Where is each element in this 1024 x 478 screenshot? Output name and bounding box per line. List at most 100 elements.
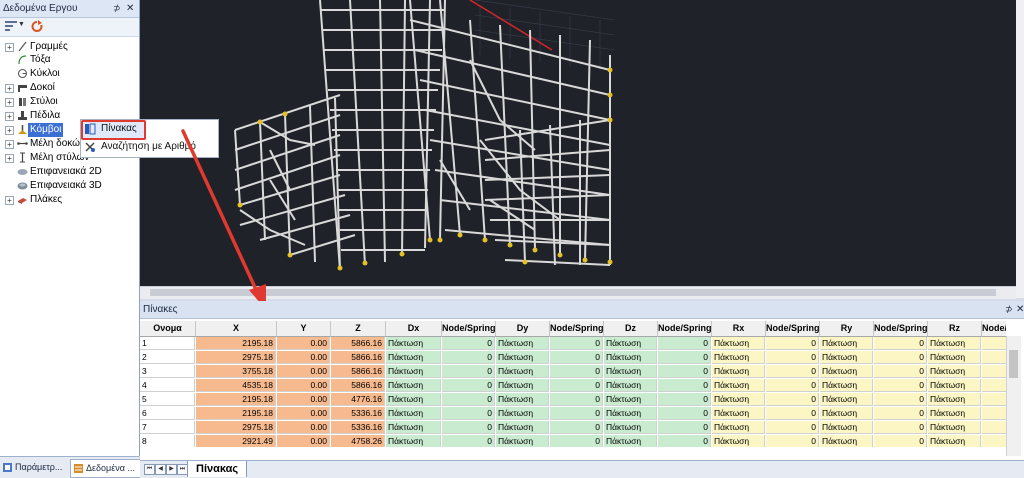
table-cell-x[interactable]: 2975.18 [196,351,276,364]
scrollbar-thumb[interactable] [1009,350,1018,378]
table-cell-node-spring[interactable]: 0 [766,379,819,392]
table-cell-node-spring[interactable]: 0 [658,421,711,434]
table-cell-node-spring[interactable]: 0 [982,351,1006,364]
table-cell-dz[interactable]: Πάκτωση [604,407,657,420]
table-cell-node-spring[interactable]: 0 [658,337,711,350]
table-cell-node-spring[interactable]: 0 [766,351,819,364]
table-cell-node-spring[interactable]: 0 [982,379,1006,392]
table-cell-y[interactable]: 0.00 [277,379,330,392]
table-cell-node-spring[interactable]: 0 [658,379,711,392]
table-cell-node-spring[interactable]: 0 [442,407,495,420]
table-cell-dx[interactable]: Πάκτωση [386,365,441,378]
table-cell-node-spring[interactable]: 0 [874,365,927,378]
table-cell-dz[interactable]: Πάκτωση [604,337,657,350]
column-header-node-spring[interactable]: Node/Spring [874,321,928,337]
column-header-z[interactable]: Z [331,321,386,337]
table-cell-node-spring[interactable]: 0 [550,337,603,350]
table-cell-node-spring[interactable]: 0 [982,393,1006,406]
table-cell-dy[interactable]: Πάκτωση [496,393,549,406]
table-cell-rz[interactable]: Πάκτωση [928,435,981,447]
table-cell-rx[interactable]: Πάκτωση [712,407,765,420]
table-cell-rx[interactable]: Πάκτωση [712,379,765,392]
column-header-ry[interactable]: Ry [820,321,874,337]
table-cell-z[interactable]: 5336.16 [331,407,385,420]
table-vertical-scrollbar[interactable] [1006,336,1021,456]
table-cell-y[interactable]: 0.00 [277,337,330,350]
prev-sheet-button[interactable]: ◀ [155,464,166,475]
table-cell-y[interactable]: 0.00 [277,435,330,447]
table-cell-node-spring[interactable]: 0 [658,351,711,364]
table-cell-node-spring[interactable]: 0 [874,407,927,420]
next-sheet-button[interactable]: ▶ [166,464,177,475]
table-cell-dy[interactable]: Πάκτωση [496,337,549,350]
table-cell-z[interactable]: 4758.26 [331,435,385,447]
table-cell-x[interactable]: 4535.18 [196,379,276,392]
table-cell-dx[interactable]: Πάκτωση [386,421,441,434]
table-cell-x[interactable]: 2195.18 [196,337,276,350]
table-cell-name[interactable]: 8 [140,435,195,447]
table-cell-dz[interactable]: Πάκτωση [604,393,657,406]
table-cell-rx[interactable]: Πάκτωση [712,421,765,434]
table-cell-z[interactable]: 5866.16 [331,365,385,378]
table-cell-node-spring[interactable]: 0 [874,379,927,392]
table-cell-dy[interactable]: Πάκτωση [496,365,549,378]
table-cell-y[interactable]: 0.00 [277,351,330,364]
table-cell-x[interactable]: 2195.18 [196,407,276,420]
table-cell-ry[interactable]: Πάκτωση [820,407,873,420]
table-cell-node-spring[interactable]: 0 [442,421,495,434]
table-cell-node-spring[interactable]: 0 [982,407,1006,420]
table-cell-x[interactable]: 3755.18 [196,365,276,378]
table-cell-name[interactable]: 1 [140,337,195,350]
table-cell-rz[interactable]: Πάκτωση [928,421,981,434]
column-header-name[interactable]: Ονομα [140,321,196,337]
table-cell-rz[interactable]: Πάκτωση [928,365,981,378]
table-cell-node-spring[interactable]: 0 [658,393,711,406]
table-cell-z[interactable]: 4776.16 [331,393,385,406]
table-cell-dy[interactable]: Πάκτωση [496,421,549,434]
table-cell-rz[interactable]: Πάκτωση [928,407,981,420]
column-header-rz[interactable]: Rz [928,321,982,337]
close-icon[interactable]: ✕ [1016,301,1024,318]
table-cell-node-spring[interactable]: 0 [442,337,495,350]
table-cell-ry[interactable]: Πάκτωση [820,421,873,434]
column-header-dz[interactable]: Dz [604,321,658,337]
table-cell-rx[interactable]: Πάκτωση [712,337,765,350]
table-cell-ry[interactable]: Πάκτωση [820,337,873,350]
table-cell-node-spring[interactable]: 0 [982,435,1006,447]
table-cell-rz[interactable]: Πάκτωση [928,351,981,364]
column-header-x[interactable]: X [196,321,277,337]
table-cell-ry[interactable]: Πάκτωση [820,351,873,364]
table-cell-y[interactable]: 0.00 [277,407,330,420]
column-header-y[interactable]: Y [277,321,331,337]
table-cell-node-spring[interactable]: 0 [874,351,927,364]
table-cell-node-spring[interactable]: 0 [766,337,819,350]
table-cell-node-spring[interactable]: 0 [874,421,927,434]
table-cell-dy[interactable]: Πάκτωση [496,351,549,364]
table-cell-ry[interactable]: Πάκτωση [820,379,873,392]
table-cell-ry[interactable]: Πάκτωση [820,435,873,447]
column-header-dy[interactable]: Dy [496,321,550,337]
table-cell-dz[interactable]: Πάκτωση [604,351,657,364]
table-cell-node-spring[interactable]: 0 [874,435,927,447]
column-header-node-spring[interactable]: Node/Spring [658,321,712,337]
table-cell-node-spring[interactable]: 0 [766,421,819,434]
table-cell-dz[interactable]: Πάκτωση [604,435,657,447]
table-cell-z[interactable]: 5866.16 [331,351,385,364]
table-cell-node-spring[interactable]: 0 [550,421,603,434]
table-cell-node-spring[interactable]: 0 [766,393,819,406]
table-cell-dx[interactable]: Πάκτωση [386,393,441,406]
table-cell-dy[interactable]: Πάκτωση [496,407,549,420]
table-cell-dz[interactable]: Πάκτωση [604,421,657,434]
table-cell-node-spring[interactable]: 0 [550,379,603,392]
first-sheet-button[interactable]: ⏮ [144,464,155,475]
table-cell-node-spring[interactable]: 0 [442,435,495,447]
table-cell-rx[interactable]: Πάκτωση [712,393,765,406]
table-cell-name[interactable]: 2 [140,351,195,364]
table-cell-x[interactable]: 2975.18 [196,421,276,434]
sheet-tab-table[interactable]: Πίνακας [187,461,248,477]
table-cell-dy[interactable]: Πάκτωση [496,435,549,447]
table-cell-dx[interactable]: Πάκτωση [386,351,441,364]
table-cell-name[interactable]: 5 [140,393,195,406]
table-cell-node-spring[interactable]: 0 [550,365,603,378]
table-cell-node-spring[interactable]: 0 [658,407,711,420]
